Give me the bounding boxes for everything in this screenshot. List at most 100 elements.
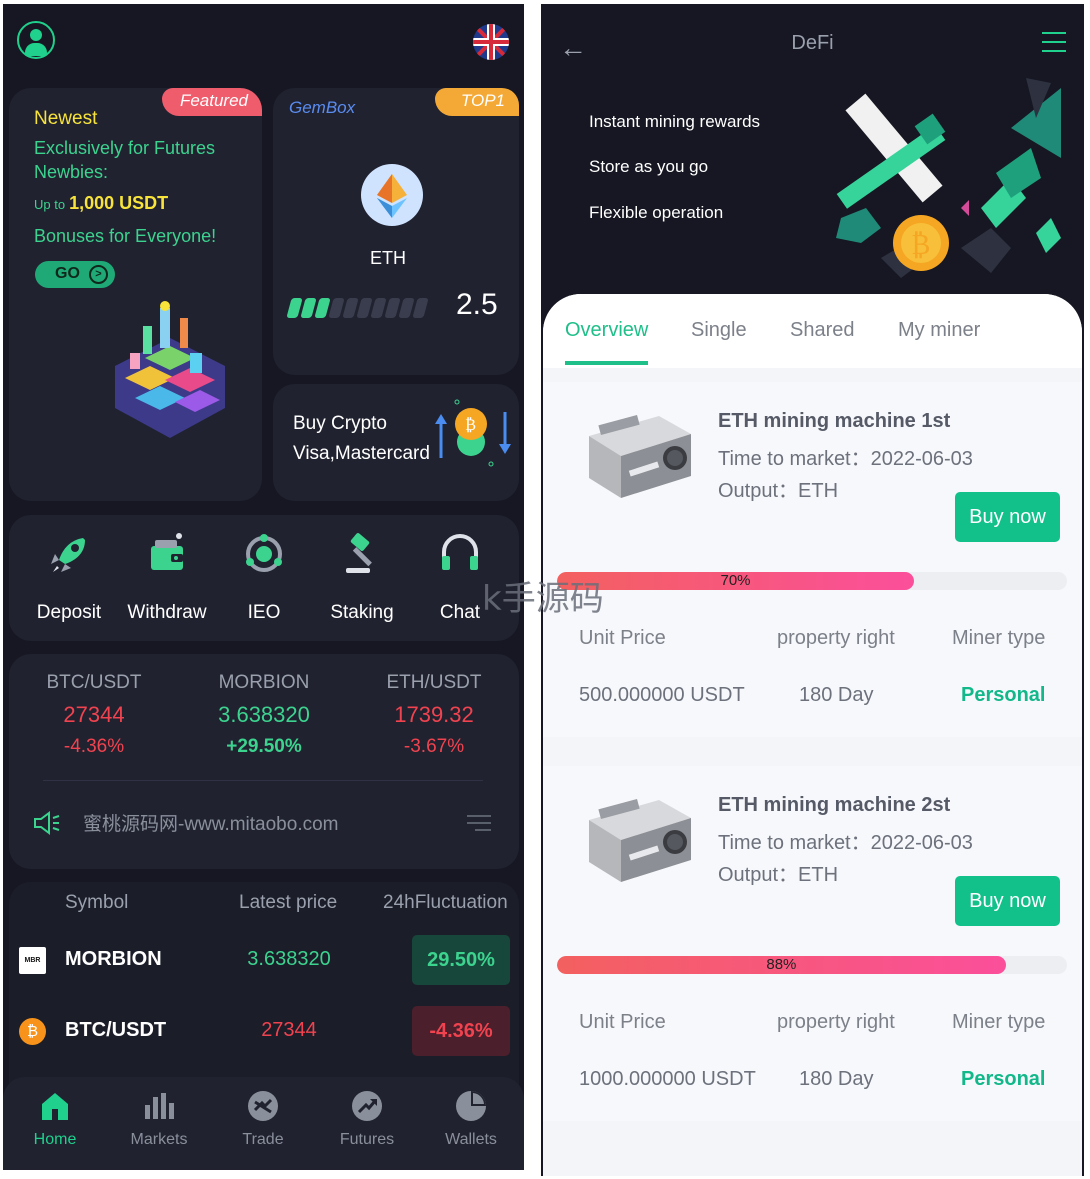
ticker-price: 27344 — [63, 702, 125, 727]
bitcoin-logo-icon: ₿ — [19, 1018, 46, 1045]
ticker-price: 1739.32 — [394, 702, 474, 727]
ticker-price: 3.638320 — [218, 702, 310, 727]
tab-label: Home — [33, 1131, 77, 1148]
go-button[interactable]: GO > — [35, 261, 115, 288]
market-date: 2022-06-03 — [870, 448, 973, 470]
miner-market: Time to market：2022-06-03 — [718, 826, 973, 855]
row-change: 29.50% — [412, 935, 510, 985]
action-label-deposit: Deposit — [36, 602, 102, 623]
output-label: Output： — [718, 864, 799, 886]
progress-label: 70% — [720, 572, 751, 589]
eth-icon — [361, 164, 423, 226]
buy-crypto-card[interactable]: Buy Crypto Visa,Mastercard ₿ — [273, 384, 519, 501]
svg-text:₿: ₿ — [465, 415, 476, 434]
upto-prefix: Up to — [34, 197, 66, 212]
pie-chart-icon — [454, 1089, 488, 1123]
market-label: Time to market： — [718, 448, 871, 470]
ticker-change: -3.67% — [403, 736, 465, 757]
tab-futures[interactable]: Futures — [315, 1089, 419, 1149]
chevron-right-icon: > — [89, 265, 108, 284]
action-staking[interactable]: Staking — [314, 530, 410, 624]
miner-output: Output：ETH — [718, 474, 838, 503]
uk-flag-icon[interactable] — [473, 24, 509, 60]
row-symbol: MORBION — [65, 948, 162, 970]
unit-price: 1000.000000 USDT — [579, 1068, 756, 1090]
buy-crypto-text: Buy Crypto Visa,Mastercard — [293, 409, 430, 469]
top1-tag: TOP1 — [434, 88, 519, 116]
label-unit-price: Unit Price — [579, 1011, 666, 1033]
trend-up-icon — [350, 1089, 384, 1123]
upto-amount: 1,000 USDT — [69, 193, 169, 213]
notice-text[interactable]: 蜜桃源码网-www.mitaobo.com — [83, 809, 339, 836]
property-right: 180 Day — [799, 684, 874, 706]
market-row[interactable]: MBR MORBION 3.638320 29.50% — [9, 930, 519, 990]
ticker-symbol: BTC/USDT — [46, 672, 142, 693]
bar-chart-icon — [142, 1089, 176, 1123]
ticker-eth[interactable]: ETH/USDT 1739.32 -3.67% — [349, 672, 519, 758]
home-icon — [38, 1089, 72, 1123]
sale-progress-bar: 70% — [557, 572, 1067, 590]
promo-headline: Exclusively for Futures Newbies: — [34, 138, 216, 182]
progress-label: 88% — [766, 956, 797, 973]
ticker-symbol: ETH/USDT — [386, 672, 482, 693]
market-row[interactable]: ₿ BTC/USDT 27344 -4.36% — [9, 1001, 519, 1061]
gavel-icon — [338, 530, 386, 578]
ieo-icon — [240, 530, 288, 578]
action-label-ieo: IEO — [247, 602, 281, 623]
feature-item: Instant mining rewards — [589, 112, 761, 131]
headphones-icon — [436, 530, 484, 578]
header-fluctuation: 24hFluctuation — [383, 892, 508, 913]
miner-tabs: Overview Single Shared My miner — [543, 294, 1082, 368]
feature-item: Store as you go — [589, 157, 709, 176]
market-label: Time to market： — [718, 832, 871, 854]
isometric-city-illustration — [115, 301, 225, 438]
tab-shared[interactable]: Shared — [790, 319, 855, 342]
row-symbol: BTC/USDT — [65, 1019, 167, 1041]
unit-price: 500.000000 USDT — [579, 684, 745, 706]
ticker-btc[interactable]: BTC/USDT 27344 -4.36% — [9, 672, 179, 758]
tab-label: Markets — [130, 1131, 188, 1148]
exchange-home-screen: Featured Newest Exclusively for Futures … — [3, 4, 524, 1170]
gembox-value: 2.5 — [456, 288, 498, 321]
action-withdraw[interactable]: Withdraw — [119, 530, 215, 624]
user-avatar-icon[interactable] — [17, 21, 55, 59]
futures-promo-card[interactable]: Featured Newest Exclusively for Futures … — [9, 88, 262, 501]
ticker-change: +29.50% — [226, 736, 302, 757]
ticker-morbion[interactable]: MORBION 3.638320 +29.50% — [179, 672, 349, 758]
buy-crypto-line1: Buy Crypto — [293, 413, 387, 434]
tab-label: Futures — [339, 1131, 395, 1148]
tab-label: Trade — [242, 1131, 284, 1148]
header-symbol: Symbol — [65, 892, 129, 913]
tab-overview[interactable]: Overview — [565, 319, 649, 365]
miner-image — [589, 414, 691, 498]
ticker-symbol: MORBION — [218, 672, 310, 693]
hamburger-menu-icon[interactable] — [1042, 32, 1066, 59]
ticker-divider — [43, 780, 483, 781]
output-value: ETH — [798, 480, 839, 502]
speaker-icon — [34, 811, 60, 835]
gembox-card[interactable]: TOP1 GemBox ETH 2.5 — [273, 88, 519, 375]
header-latest-price: Latest price — [239, 892, 338, 913]
output-value: ETH — [798, 864, 839, 886]
miner-image — [589, 798, 691, 882]
mining-pickaxe-illustration: ₿ — [836, 78, 1061, 278]
action-deposit[interactable]: Deposit — [21, 530, 117, 624]
miner-title: ETH mining machine 1st — [718, 410, 951, 432]
buy-now-button[interactable]: Buy now — [955, 492, 1060, 542]
tab-home[interactable]: Home — [3, 1089, 107, 1149]
list-menu-icon[interactable] — [467, 814, 491, 832]
buy-now-button[interactable]: Buy now — [955, 876, 1060, 926]
tab-single[interactable]: Single — [691, 319, 747, 342]
tab-trade[interactable]: Trade — [211, 1089, 315, 1149]
tab-wallets[interactable]: Wallets — [419, 1089, 523, 1149]
miner-card: ETH mining machine 2st Time to market：20… — [543, 766, 1082, 1121]
miner-type: Personal — [961, 1068, 1046, 1090]
gembox-brand: GemBox — [289, 98, 356, 117]
tab-my-miner[interactable]: My miner — [898, 319, 980, 342]
screenshot-frame: Featured Newest Exclusively for Futures … — [0, 0, 1090, 1179]
bottom-tab-bar: Home Markets Trade Futures Wallets — [3, 1077, 524, 1170]
row-change: -4.36% — [412, 1006, 510, 1056]
watermark: k手源码 — [482, 579, 604, 619]
tab-markets[interactable]: Markets — [107, 1089, 211, 1149]
action-ieo[interactable]: IEO — [216, 530, 312, 624]
